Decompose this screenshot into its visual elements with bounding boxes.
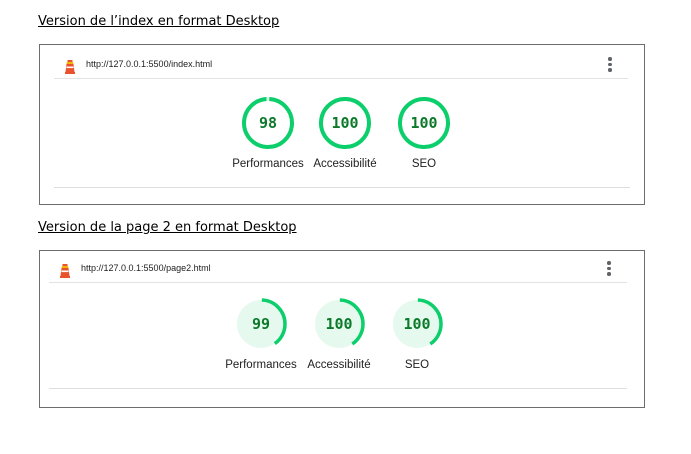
- section-caption-index: Version de l’index en format Desktop: [38, 14, 280, 29]
- report-url[interactable]: http://127.0.0.1:5500/index.html: [86, 59, 212, 69]
- gauge-score: 100: [331, 114, 358, 132]
- kebab-menu-icon[interactable]: [608, 57, 612, 73]
- report-url-bar: http://127.0.0.1:5500/page2.html: [49, 258, 627, 283]
- divider: [49, 388, 627, 389]
- section-caption-page2: Version de la page 2 en format Desktop: [38, 220, 297, 235]
- page: Version de l’index en format Desktop htt…: [0, 0, 691, 454]
- gauge-score: 100: [410, 114, 437, 132]
- gauge-ring: 99: [235, 298, 287, 350]
- gauge-score: 98: [259, 114, 277, 132]
- gauge-ring: 100: [319, 97, 371, 149]
- gauge-ring: 98: [242, 97, 294, 149]
- gauge-ring: 100: [391, 298, 443, 350]
- report-url-bar: http://127.0.0.1:5500/index.html: [54, 54, 628, 79]
- gauge-seo[interactable]: 100 SEO: [389, 96, 459, 170]
- gauge-seo[interactable]: 100 SEO: [382, 297, 452, 371]
- gauge-label: SEO: [404, 359, 430, 371]
- gauge-ring: 100: [398, 97, 450, 149]
- gauge-label: SEO: [411, 158, 437, 170]
- lighthouse-icon: [65, 60, 75, 74]
- lighthouse-icon: [60, 264, 70, 278]
- kebab-menu-icon[interactable]: [607, 261, 611, 277]
- divider: [54, 187, 630, 188]
- gauge-score: 100: [325, 315, 352, 333]
- report-card-index: http://127.0.0.1:5500/index.html 98 Perf…: [39, 44, 645, 205]
- gauge-score: 100: [403, 315, 430, 333]
- report-card-page2: http://127.0.0.1:5500/page2.html 99 Perf…: [39, 250, 645, 408]
- report-url[interactable]: http://127.0.0.1:5500/page2.html: [81, 263, 211, 273]
- gauge-score: 99: [252, 315, 270, 333]
- gauge-ring: 100: [313, 298, 365, 350]
